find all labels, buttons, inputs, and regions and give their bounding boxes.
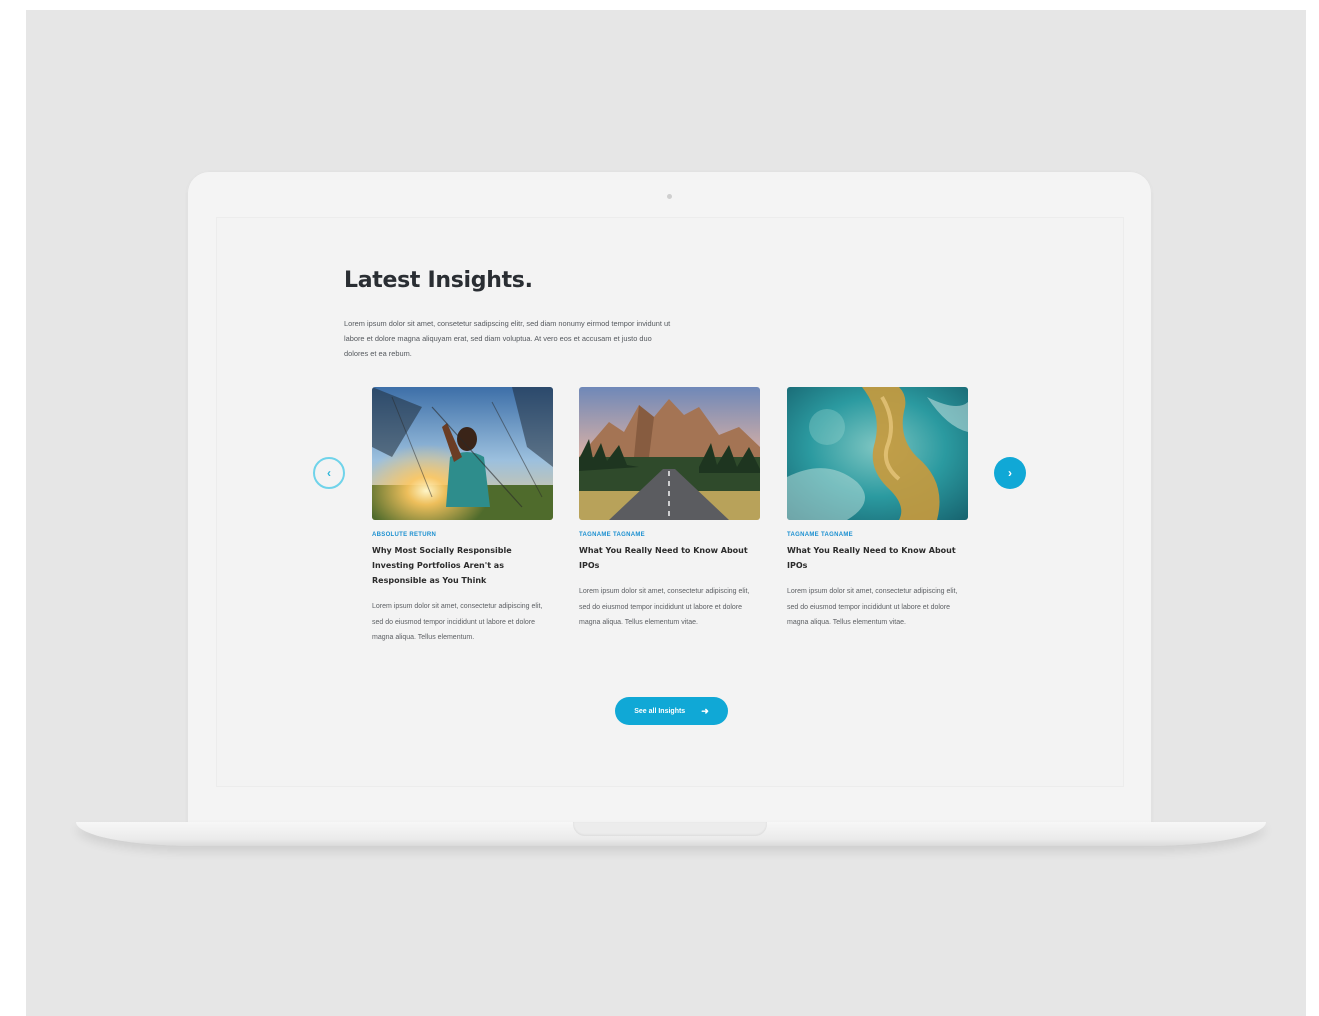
section-intro: Lorem ipsum dolor sit amet, consetetur s… — [344, 319, 671, 358]
cta-label: See all Insights — [634, 707, 686, 715]
card-excerpt: Lorem ipsum dolor sit amet, consectetur … — [579, 588, 750, 626]
card-image-aerial-coast[interactable] — [787, 387, 968, 520]
carousel-prev-button[interactable]: ‹ — [313, 457, 345, 489]
card-category[interactable]: Absolute Return — [372, 532, 553, 538]
arrow-right-icon: ➜ — [701, 705, 709, 716]
card-headline[interactable]: What You Really Need to Know About IPOs — [579, 543, 760, 573]
card-excerpt: Lorem ipsum dolor sit amet, consectetur … — [372, 603, 543, 641]
insight-card[interactable]: Tagname Tagname What You Really Need to … — [579, 387, 760, 631]
card-image-mountain-road[interactable] — [579, 387, 760, 520]
carousel-next-button[interactable]: › — [994, 457, 1026, 489]
card-headline[interactable]: Why Most Socially Responsible Investing … — [372, 543, 553, 588]
insight-card[interactable]: Absolute Return Why Most Socially Respon… — [372, 387, 553, 646]
card-category[interactable]: Tagname Tagname — [579, 532, 760, 538]
card-excerpt: Lorem ipsum dolor sit amet, consectetur … — [787, 588, 958, 626]
section-title: Latest Insights. — [344, 268, 533, 293]
camera-icon — [667, 194, 672, 199]
card-category[interactable]: Tagname Tagname — [787, 532, 968, 538]
see-all-insights-button[interactable]: See all Insights ➜ — [615, 697, 728, 725]
chevron-left-icon: ‹ — [327, 466, 331, 480]
card-headline[interactable]: What You Really Need to Know About IPOs — [787, 543, 968, 573]
card-image-selfie[interactable] — [372, 387, 553, 520]
insight-card[interactable]: Tagname Tagname What You Really Need to … — [787, 387, 968, 631]
chevron-right-icon: › — [1008, 466, 1012, 480]
laptop-hinge-notch — [573, 822, 767, 836]
